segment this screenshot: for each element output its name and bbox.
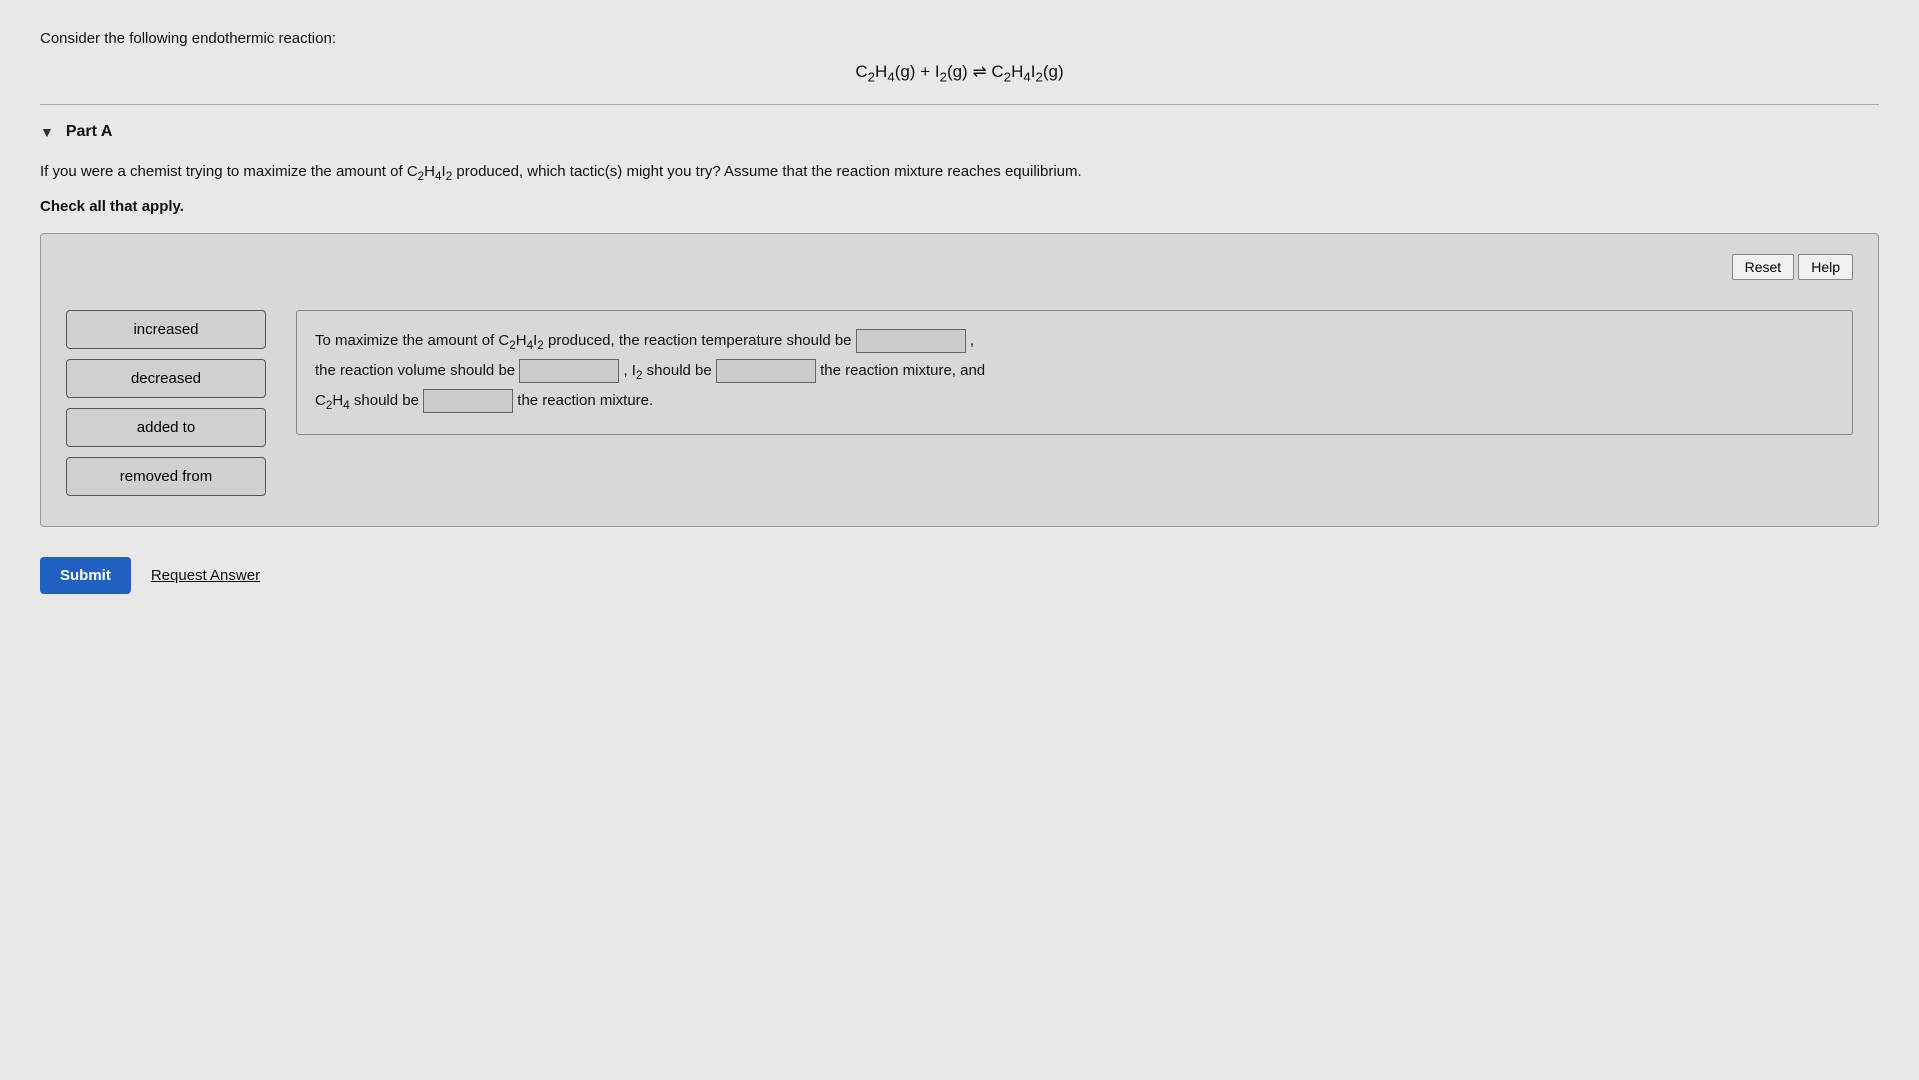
help-button[interactable]: Help <box>1798 254 1853 280</box>
line2-middle: , I2 should be <box>623 362 715 379</box>
choice-btn-decreased[interactable]: decreased <box>66 359 266 398</box>
fill-box-volume[interactable] <box>519 359 619 383</box>
content-area: increased decreased added to removed fro… <box>66 310 1853 496</box>
page-wrapper: Consider the following endothermic react… <box>0 0 1919 1080</box>
part-title: Part A <box>66 123 113 141</box>
choice-button-list: increased decreased added to removed fro… <box>66 310 266 496</box>
line2-prefix: the reaction volume should be <box>315 362 519 379</box>
part-arrow-icon: ▼ <box>40 124 54 140</box>
reset-button[interactable]: Reset <box>1732 254 1795 280</box>
fill-box-i2[interactable] <box>716 359 816 383</box>
fill-in-text-block: To maximize the amount of C2H4I2 produce… <box>296 310 1853 435</box>
submit-button[interactable]: Submit <box>40 557 131 594</box>
choice-btn-removed-from[interactable]: removed from <box>66 457 266 496</box>
intro-text: Consider the following endothermic react… <box>40 30 1879 47</box>
main-interaction-box: Reset Help increased decreased added to … <box>40 233 1879 527</box>
fill-box-temperature[interactable] <box>856 329 966 353</box>
check-all-text: Check all that apply. <box>40 198 1879 215</box>
line3-suffix: the reaction mixture. <box>517 392 653 409</box>
request-answer-link[interactable]: Request Answer <box>151 567 260 584</box>
line1-suffix: , <box>970 332 974 349</box>
section-divider <box>40 104 1879 105</box>
choice-btn-added-to[interactable]: added to <box>66 408 266 447</box>
bottom-actions: Submit Request Answer <box>40 557 1879 594</box>
equation-block: C2H4(g) + I2(g) ⇌ C2H4I2(g) <box>40 62 1879 84</box>
line1-prefix: To maximize the amount of C2H4I2 produce… <box>315 332 856 349</box>
choice-btn-increased[interactable]: increased <box>66 310 266 349</box>
line2-suffix: the reaction mixture, and <box>820 362 985 379</box>
line3-prefix: C2H4 should be <box>315 392 423 409</box>
part-header: ▼ Part A <box>40 123 1879 141</box>
fill-box-c2h4[interactable] <box>423 389 513 413</box>
question-text: If you were a chemist trying to maximize… <box>40 161 1879 186</box>
top-button-row: Reset Help <box>66 254 1853 280</box>
